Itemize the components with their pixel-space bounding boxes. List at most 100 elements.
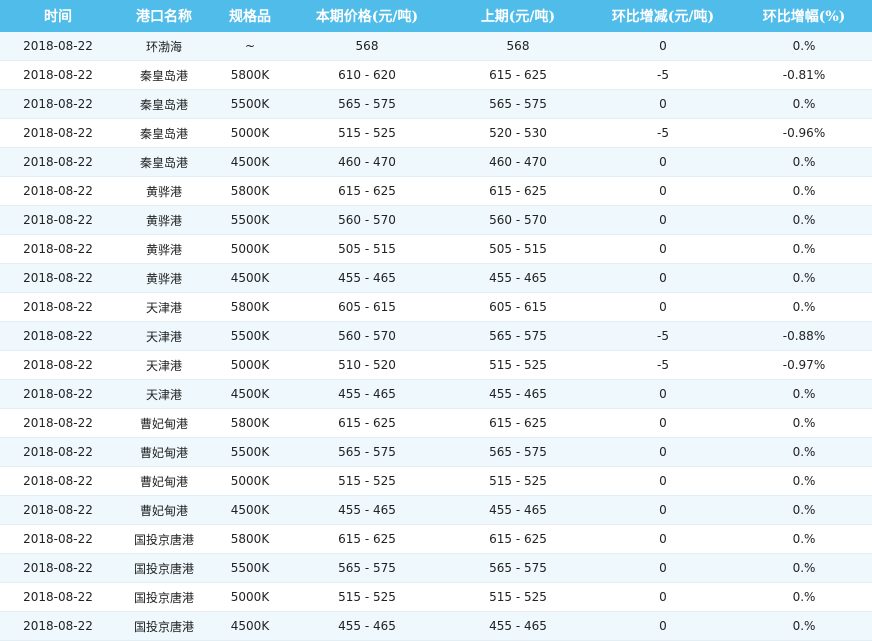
cell-grade: 5800K [212,524,288,554]
cell-change-percent: -0.96% [736,118,872,148]
cell-grade: 5000K [212,350,288,380]
table-row: 2018-08-22 国投京唐港 5500K 565 - 575 565 - 575 0 0… [0,553,872,583]
cell-grade: 5500K [212,321,288,351]
cell-change-percent: 0.% [736,292,872,322]
cell-port-name: 黄骅港 [116,234,212,264]
cell-change-percent: 0.% [736,611,872,641]
cell-previous-price: 455 - 465 [446,495,590,525]
header-change-amount: 环比增减(元/吨) [590,0,736,32]
cell-current-price: 560 - 570 [288,321,446,351]
cell-grade: 4500K [212,147,288,177]
cell-previous-price: 615 - 625 [446,176,590,206]
table-row: 2018-08-22 黄骅港 5800K 615 - 625 615 - 625 0 0.% [0,176,872,206]
header-previous-price: 上期(元/吨) [446,0,590,32]
cell-previous-price: 565 - 575 [446,553,590,583]
cell-current-price: 455 - 465 [288,263,446,293]
table-row: 2018-08-22 环渤海 ~568 568 0 0.% [0,32,872,61]
cell-change-amount: 0 [590,582,736,612]
table-row: 2018-08-22 秦皇岛港 5800K 610 - 620 615 - 625 -5-… [0,60,872,90]
cell-port-name: 黄骅港 [116,263,212,293]
cell-change-percent: 0.% [736,263,872,293]
price-table: 时间 港口名称 规格品 本期价格(元/吨) 上期(元/吨) 环比增减(元/吨) … [0,0,872,641]
cell-time: 2018-08-22 [0,321,116,351]
cell-previous-price: 615 - 625 [446,524,590,554]
cell-current-price: 505 - 515 [288,234,446,264]
cell-change-percent: 0.% [736,147,872,177]
cell-current-price: 455 - 465 [288,379,446,409]
table-row: 2018-08-22 天津港 4500K 455 - 465 455 - 465 0 0.% [0,379,872,409]
cell-change-amount: 0 [590,524,736,554]
table-row: 2018-08-22 曹妃甸港 5000K 515 - 525 515 - 525 0 0.… [0,466,872,496]
cell-grade: 5000K [212,466,288,496]
cell-port-name: 天津港 [116,379,212,409]
cell-change-percent: 0.% [736,408,872,438]
table-row: 2018-08-22 秦皇岛港 5500K 565 - 575 565 - 575 0 0.… [0,89,872,119]
cell-grade: 5500K [212,553,288,583]
cell-previous-price: 455 - 465 [446,611,590,641]
cell-port-name: 曹妃甸港 [116,408,212,438]
cell-change-amount: -5 [590,321,736,351]
cell-time: 2018-08-22 [0,176,116,206]
header-port-name: 港口名称 [116,0,212,32]
cell-time: 2018-08-22 [0,553,116,583]
cell-port-name: 国投京唐港 [116,553,212,583]
header-grade: 规格品 [212,0,288,32]
cell-change-amount: 0 [590,32,736,61]
cell-time: 2018-08-22 [0,379,116,409]
cell-time: 2018-08-22 [0,524,116,554]
cell-time: 2018-08-22 [0,89,116,119]
cell-change-percent: 0.% [736,553,872,583]
cell-port-name: 天津港 [116,321,212,351]
cell-grade: 5000K [212,118,288,148]
cell-port-name: 黄骅港 [116,176,212,206]
cell-change-amount: 0 [590,292,736,322]
cell-change-amount: 0 [590,437,736,467]
cell-current-price: 515 - 525 [288,466,446,496]
cell-current-price: 615 - 625 [288,176,446,206]
cell-time: 2018-08-22 [0,147,116,177]
cell-change-amount: -5 [590,60,736,90]
cell-previous-price: 565 - 575 [446,321,590,351]
cell-time: 2018-08-22 [0,350,116,380]
cell-time: 2018-08-22 [0,263,116,293]
cell-change-percent: -0.97% [736,350,872,380]
cell-port-name: 秦皇岛港 [116,89,212,119]
cell-previous-price: 565 - 575 [446,437,590,467]
cell-current-price: 615 - 625 [288,408,446,438]
cell-current-price: 568 [288,32,446,61]
cell-port-name: 黄骅港 [116,205,212,235]
cell-time: 2018-08-22 [0,292,116,322]
cell-grade: 4500K [212,611,288,641]
cell-previous-price: 615 - 625 [446,408,590,438]
cell-previous-price: 568 [446,32,590,61]
cell-port-name: 曹妃甸港 [116,495,212,525]
table-row: 2018-08-22 国投京唐港 5800K 615 - 625 615 - 625 0 0… [0,524,872,554]
cell-grade: 5800K [212,176,288,206]
cell-port-name: 环渤海 [116,32,212,61]
cell-change-percent: 0.% [736,524,872,554]
cell-change-amount: 0 [590,176,736,206]
table-row: 2018-08-22 曹妃甸港 5500K 565 - 575 565 - 575 0 0.… [0,437,872,467]
cell-port-name: 国投京唐港 [116,524,212,554]
cell-current-price: 455 - 465 [288,495,446,525]
cell-port-name: 秦皇岛港 [116,147,212,177]
cell-grade: 5800K [212,292,288,322]
cell-current-price: 515 - 525 [288,582,446,612]
cell-current-price: 510 - 520 [288,350,446,380]
cell-change-percent: 0.% [736,89,872,119]
cell-port-name: 曹妃甸港 [116,437,212,467]
cell-current-price: 610 - 620 [288,60,446,90]
cell-change-amount: 0 [590,205,736,235]
cell-change-amount: 0 [590,379,736,409]
cell-change-amount: 0 [590,89,736,119]
header-change-percent: 环比增幅(%) [736,0,872,32]
cell-change-amount: 0 [590,466,736,496]
table-row: 2018-08-22 国投京唐港 4500K 455 - 465 455 - 465 0 0… [0,611,872,641]
table-row: 2018-08-22 黄骅港 4500K 455 - 465 455 - 465 0 0.% [0,263,872,293]
cell-previous-price: 565 - 575 [446,89,590,119]
table-row: 2018-08-22 秦皇岛港 5000K 515 - 525 520 - 530 -5-… [0,118,872,148]
cell-change-amount: 0 [590,408,736,438]
cell-previous-price: 520 - 530 [446,118,590,148]
table-header-row: 时间 港口名称 规格品 本期价格(元/吨) 上期(元/吨) 环比增减(元/吨) … [0,0,872,32]
cell-time: 2018-08-22 [0,611,116,641]
